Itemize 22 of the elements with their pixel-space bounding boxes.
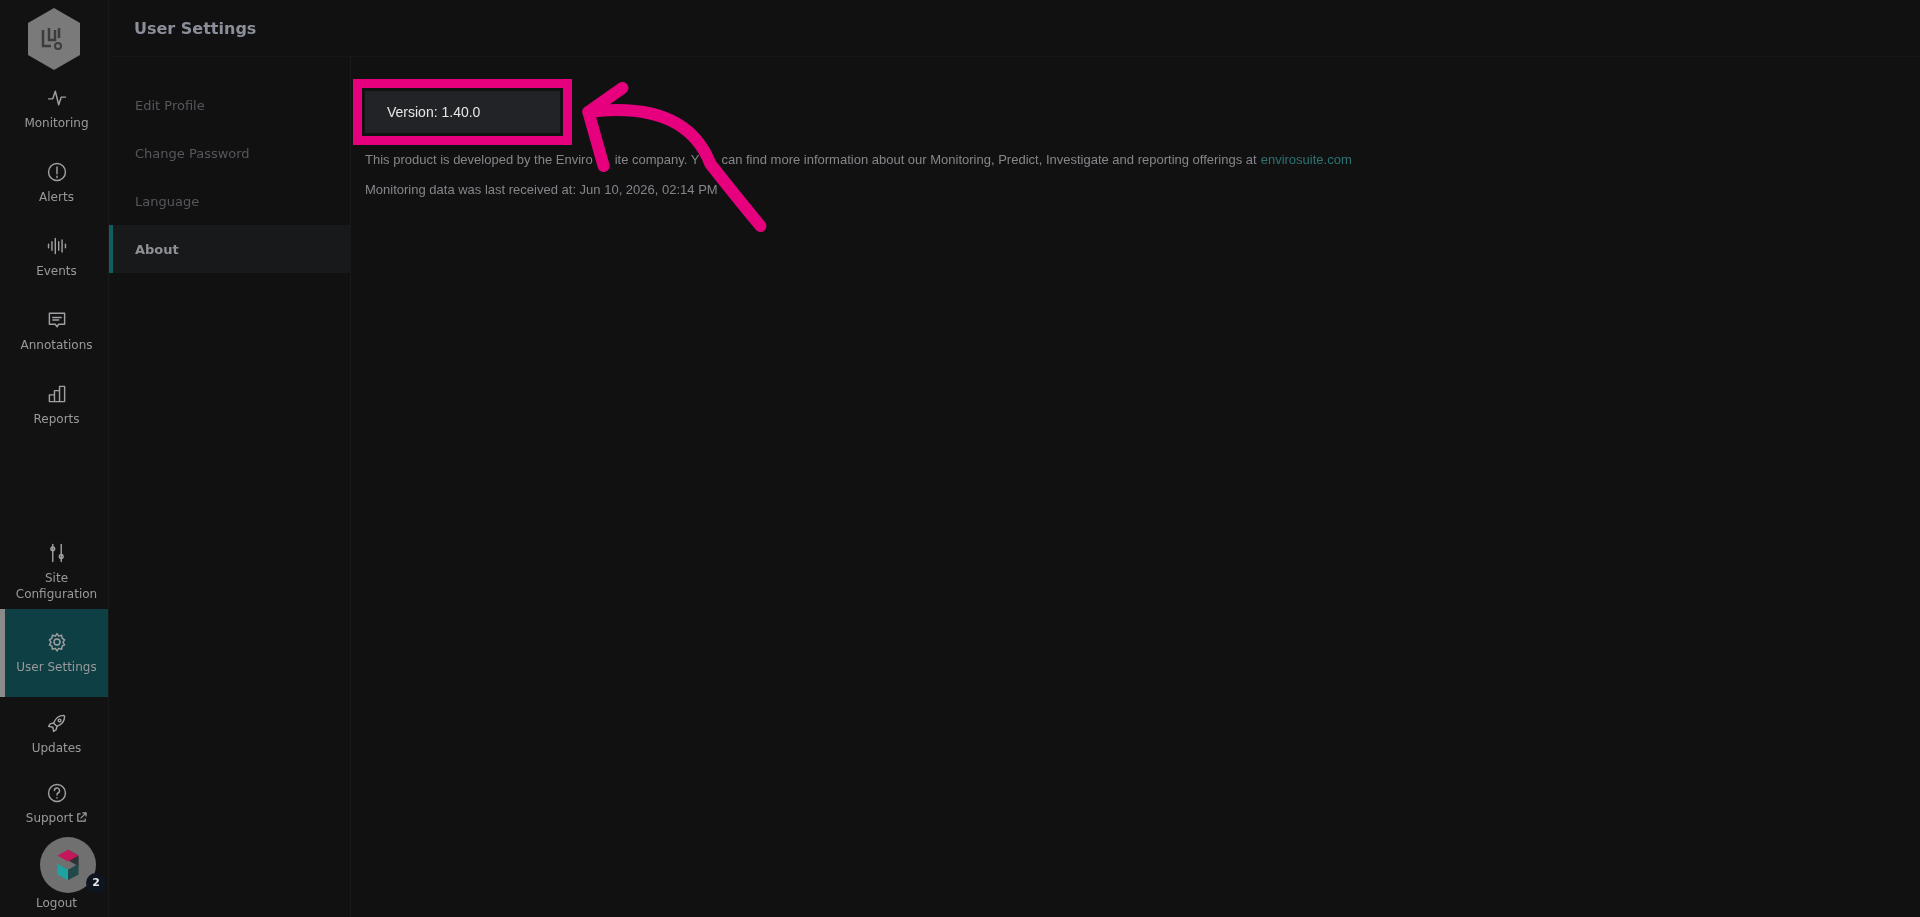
about-description: This product is developed by the Enviro: [365, 152, 593, 167]
alert-icon: [45, 160, 68, 183]
nav-item[interactable]: Updates: [0, 700, 108, 767]
nav-item[interactable]: Monitoring: [0, 76, 108, 142]
notification-count: 2: [86, 872, 106, 893]
nav-item[interactable]: Alerts: [0, 150, 108, 216]
page-title: User Settings: [134, 18, 257, 38]
about-description: can find more information about our Monitoring, Predict, Investigate and reporting offerings at: [721, 152, 1257, 167]
settings-menu-item[interactable]: About: [109, 225, 350, 273]
website-link[interactable]: envirosuite.com: [1260, 152, 1352, 167]
help-icon: [45, 781, 68, 804]
nav-item[interactable]: Site Configuration: [0, 538, 108, 605]
nav-item[interactable]: Annotations: [0, 298, 108, 364]
nav-item[interactable]: User Settings: [0, 608, 108, 697]
about-description: ite company. Y: [614, 152, 700, 167]
nav-item[interactable]: Logout: [0, 894, 108, 911]
version-label: Version: 1.40.0: [365, 91, 561, 133]
last-received-text: Monitoring data was last received at: Jun 10, 2026, 02:14 PM: [365, 182, 718, 197]
nav-item[interactable]: Support: [0, 770, 108, 837]
logo-icon: [25, 6, 83, 72]
nav-item[interactable]: Reports: [0, 372, 108, 438]
nav-item[interactable]: Events: [0, 224, 108, 290]
